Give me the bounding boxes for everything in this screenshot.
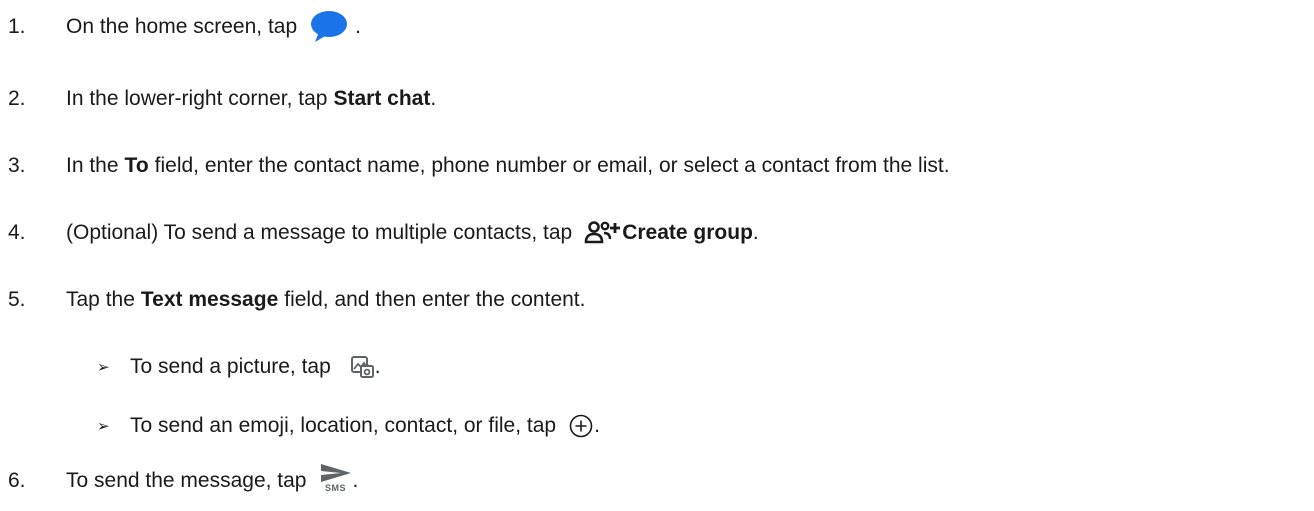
instructions-document: 1. On the home screen, tap . 2. In the l… [0, 0, 1314, 511]
step-text-end: . [352, 469, 359, 492]
send-sms-icon: SMS [319, 462, 353, 493]
to-field-label: To [124, 154, 149, 177]
step-text: On the home screen, tap [66, 15, 298, 38]
substep-text-end: . [374, 355, 381, 378]
step-text-end: field, enter the contact name, phone num… [154, 154, 950, 177]
substep-text: To send a picture, tap [130, 355, 331, 378]
gallery-icon [349, 354, 375, 380]
create-group-label: Create group [622, 221, 753, 244]
step-text-end: field, and then enter the content. [284, 288, 586, 311]
step-number: 4. [8, 221, 26, 244]
sms-label: SMS [324, 482, 346, 493]
start-chat-label: Start chat [333, 87, 431, 110]
step-number: 5. [8, 288, 26, 311]
step-number: 3. [8, 154, 26, 177]
step-number: 2. [8, 87, 26, 110]
add-circle-icon [568, 413, 594, 439]
messages-app-icon [309, 10, 349, 44]
bullet-icon: ➢ [97, 418, 110, 435]
step-text: To send the message, tap [66, 469, 307, 492]
step-number: 6. [8, 469, 26, 492]
step-text-end: . [752, 221, 759, 244]
step-text: Tap the [66, 288, 135, 311]
step-text: In the [66, 154, 119, 177]
step-number: 1. [8, 15, 26, 38]
step-text: In the lower-right corner, tap [66, 87, 328, 110]
step-text: (Optional) To send a message to multiple… [66, 221, 573, 244]
text-message-label: Text message [140, 288, 279, 311]
substep-text-end: . [594, 414, 600, 437]
create-group-icon [584, 221, 622, 245]
step-text-end: . [355, 15, 361, 38]
step-text-end: . [430, 87, 437, 110]
substep-text: To send an emoji, location, contact, or … [130, 414, 557, 437]
bullet-icon: ➢ [97, 359, 110, 376]
